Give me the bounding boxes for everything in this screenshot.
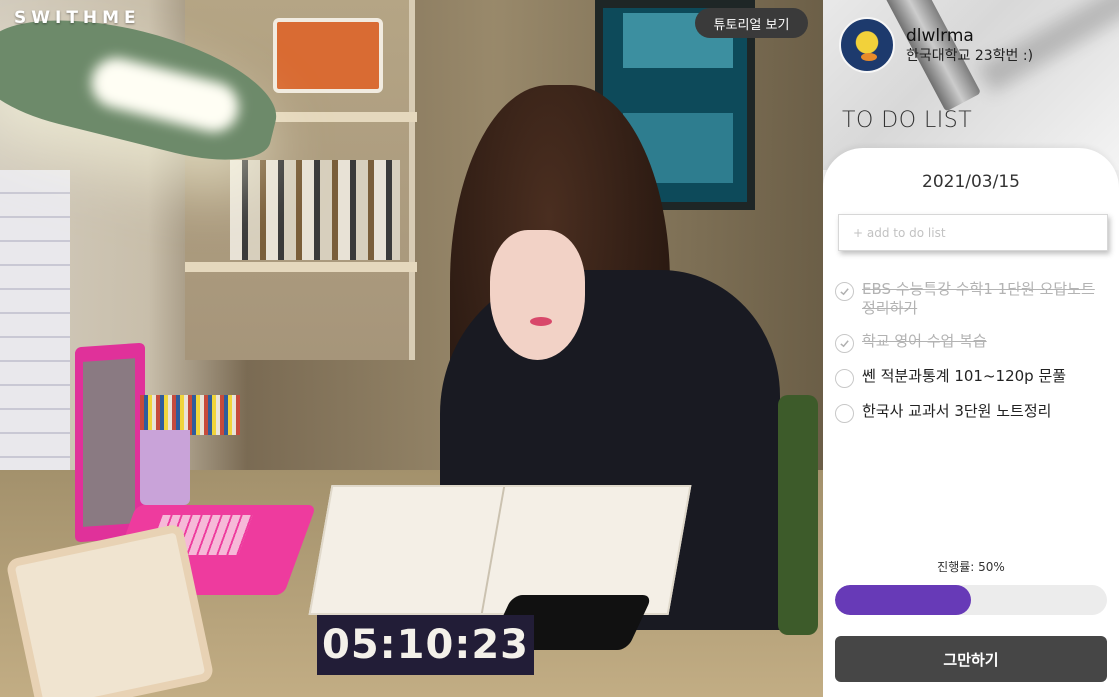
tutorial-button[interactable]: 튜토리얼 보기 <box>695 8 808 38</box>
profile-text: dlwlrma 한국대학교 23학번 :) <box>906 26 1033 65</box>
pen-cup <box>140 430 190 505</box>
app-logo[interactable]: SWITHME <box>14 8 141 28</box>
stop-button[interactable]: 그만하기 <box>835 636 1107 682</box>
todo-checkbox[interactable] <box>835 404 854 423</box>
orange-box <box>273 18 383 93</box>
chair <box>778 395 818 635</box>
todo-text[interactable]: EBS 수능특강 수학1 1단원 오답노트 정리하기 <box>862 280 1113 318</box>
user-profile: dlwlrma 한국대학교 23학번 :) <box>839 17 1033 73</box>
todo-checkbox[interactable] <box>835 334 854 353</box>
todo-date: 2021/03/15 <box>922 172 1020 192</box>
username: dlwlrma <box>906 25 974 46</box>
todo-item: 쎈 적분과통계 101~120p 문풀 <box>835 367 1113 388</box>
study-video-background: SWITHME 튜토리얼 보기 05:10:23 <box>0 0 823 697</box>
todo-item: EBS 수능특강 수학1 1단원 오답노트 정리하기 <box>835 280 1113 318</box>
progress-bar-fill <box>835 585 971 615</box>
shelf-board <box>185 262 417 272</box>
study-timer: 05:10:23 <box>317 615 534 675</box>
todo-checkbox[interactable] <box>835 369 854 388</box>
add-todo-input[interactable] <box>838 214 1108 251</box>
todo-panel: dlwlrma 한국대학교 23학번 :) TO DO LIST 2021/03… <box>823 0 1119 697</box>
student-lips <box>530 317 552 326</box>
avatar[interactable] <box>839 17 895 73</box>
todo-item: 한국사 교과서 3단원 노트정리 <box>835 402 1113 423</box>
pens <box>140 395 240 435</box>
todo-list: EBS 수능특강 수학1 1단원 오답노트 정리하기 학교 영어 수업 복습 쎈… <box>835 280 1113 437</box>
todo-text[interactable]: 학교 영어 수업 복습 <box>862 332 987 351</box>
todo-title: TO DO LIST <box>842 108 973 133</box>
todo-checkbox[interactable] <box>835 282 854 301</box>
user-bio: 한국대학교 23학번 :) <box>906 47 1034 64</box>
check-icon <box>840 340 849 348</box>
check-icon <box>840 288 849 296</box>
progress-label: 진행률: 50% <box>937 560 1005 574</box>
todo-card: 2021/03/15 EBS 수능특강 수학1 1단원 오답노트 정리하기 학교… <box>823 148 1119 697</box>
progress-bar <box>835 585 1107 615</box>
books <box>230 160 400 260</box>
student-face <box>490 230 585 360</box>
todo-text[interactable]: 쎈 적분과통계 101~120p 문풀 <box>862 367 1066 386</box>
todo-item: 학교 영어 수업 복습 <box>835 332 1113 353</box>
todo-text[interactable]: 한국사 교과서 3단원 노트정리 <box>862 402 1051 421</box>
